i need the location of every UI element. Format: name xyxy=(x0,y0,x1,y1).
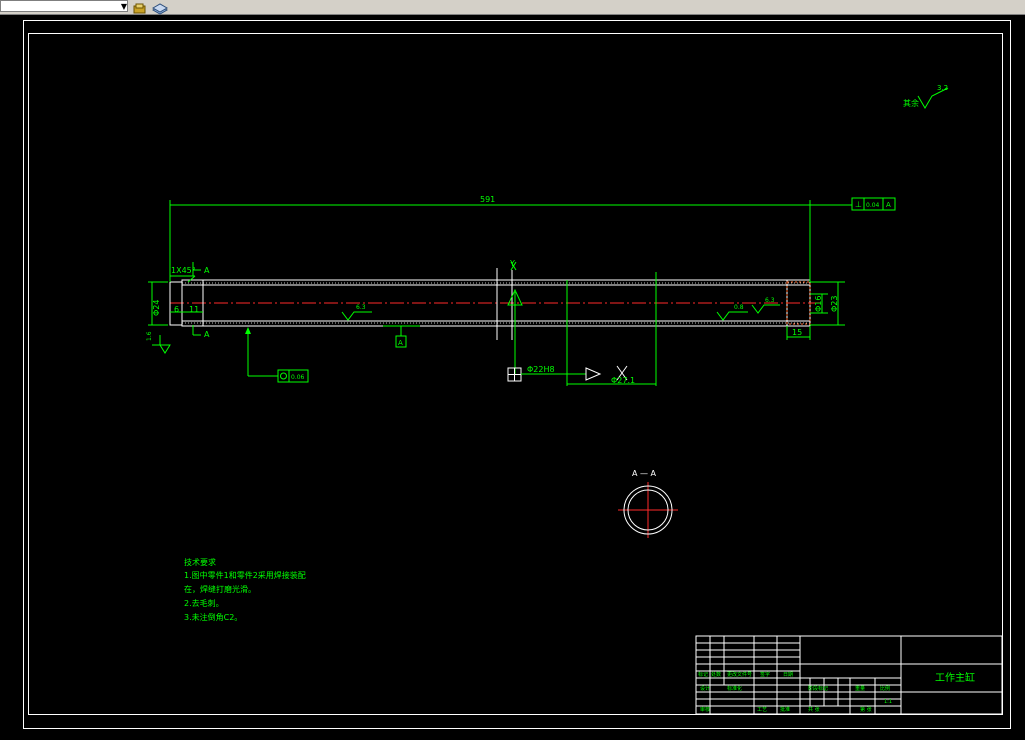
svg-text:1.6: 1.6 xyxy=(146,331,153,341)
technical-notes: 技术要求 1.图中零件1和零件2采用焊接装配 在，焊缝打磨光滑。 2.去毛刺。 … xyxy=(184,557,306,622)
top-toolbar: ▼ xyxy=(0,0,1025,15)
svg-text:1:1: 1:1 xyxy=(884,699,892,705)
svg-text:Φ16: Φ16 xyxy=(814,296,823,312)
notes-line-2: 在，焊缝打磨光滑。 xyxy=(184,584,256,594)
svg-text:处数: 处数 xyxy=(711,671,721,678)
right-end-dimensions: Φ16 Φ23 15 xyxy=(786,281,845,340)
title-block: 标记 处数 更改文件号 签字 日期 设计 标准化 审核 工艺 批准 阶段标记 重… xyxy=(695,635,1003,715)
svg-text:0.06: 0.06 xyxy=(291,374,305,381)
svg-text:A: A xyxy=(204,330,210,339)
chevron-down-icon[interactable]: ▼ xyxy=(119,2,129,12)
length-dimension: 591 xyxy=(169,195,811,282)
svg-text:重量: 重量 xyxy=(855,685,865,692)
svg-text:15: 15 xyxy=(792,328,802,337)
svg-text:6.3: 6.3 xyxy=(765,297,775,304)
svg-text:Φ24: Φ24 xyxy=(152,300,161,316)
svg-text:6: 6 xyxy=(174,305,179,314)
svg-text:签字: 签字 xyxy=(760,671,770,678)
svg-text:共 张: 共 张 xyxy=(808,706,820,713)
cad-drawing: 591 ⊥ 0.04 A 1X45° A A Φ24 6 11 1.6 6.3 … xyxy=(23,20,1011,729)
svg-text:3.2: 3.2 xyxy=(937,84,948,92)
length-dim-text: 591 xyxy=(480,195,495,204)
svg-text:日期: 日期 xyxy=(783,672,793,678)
svg-text:更改文件号: 更改文件号 xyxy=(727,671,752,678)
roughness-marks: 6.3 0.8 6.3 xyxy=(341,297,780,321)
layer-manager-icon[interactable] xyxy=(151,0,169,15)
svg-text:标准化: 标准化 xyxy=(727,685,742,692)
svg-text:设计: 设计 xyxy=(700,685,710,692)
svg-text:工艺: 工艺 xyxy=(757,707,767,713)
tube-view xyxy=(169,268,820,386)
svg-text:A: A xyxy=(398,339,403,347)
layer-combo[interactable]: ▼ xyxy=(0,0,128,12)
datum-a-middle: A xyxy=(383,325,420,348)
svg-text:1X45°: 1X45° xyxy=(171,266,196,275)
svg-text:比例: 比例 xyxy=(880,685,890,692)
svg-text:批准: 批准 xyxy=(780,706,790,713)
perpendicularity-tolerance: ⊥ 0.04 A xyxy=(810,197,896,211)
drawing-canvas[interactable]: 591 ⊥ 0.04 A 1X45° A A Φ24 6 11 1.6 6.3 … xyxy=(0,15,1025,736)
svg-text:0.04: 0.04 xyxy=(866,202,880,209)
notes-line-4: 3.未注倒角C2。 xyxy=(184,612,242,622)
notes-title: 技术要求 xyxy=(184,557,216,567)
layer-states-icon[interactable] xyxy=(132,0,148,14)
svg-text:6.3: 6.3 xyxy=(356,304,366,311)
svg-text:11: 11 xyxy=(189,305,199,314)
svg-text:Φ23: Φ23 xyxy=(830,296,839,312)
svg-text:0.8: 0.8 xyxy=(734,304,744,311)
svg-text:Φ22H8: Φ22H8 xyxy=(527,365,555,374)
part-name: 工作主缸 xyxy=(935,671,975,684)
svg-text:第 张: 第 张 xyxy=(860,706,872,713)
notes-line-3: 2.去毛刺。 xyxy=(184,598,224,608)
svg-text:其余: 其余 xyxy=(903,98,919,108)
svg-text:审核: 审核 xyxy=(700,706,710,713)
other-roughness: 其余 3.2 xyxy=(903,84,949,109)
svg-text:Φ27.1: Φ27.1 xyxy=(611,376,635,385)
left-annotations: 1X45° A A Φ24 6 11 1.6 xyxy=(146,262,210,354)
svg-text:标记: 标记 xyxy=(698,671,708,678)
svg-text:⊥: ⊥ xyxy=(855,200,862,209)
notes-line-1: 1.图中零件1和零件2采用焊接装配 xyxy=(184,570,306,580)
svg-text:A — A: A — A xyxy=(632,469,657,478)
section-a-a-view: A — A xyxy=(618,469,678,538)
svg-text:A: A xyxy=(204,266,210,275)
svg-text:阶段标记: 阶段标记 xyxy=(808,685,828,692)
svg-text:A: A xyxy=(886,201,891,209)
circularity-tolerance: 0.06 xyxy=(245,327,309,383)
